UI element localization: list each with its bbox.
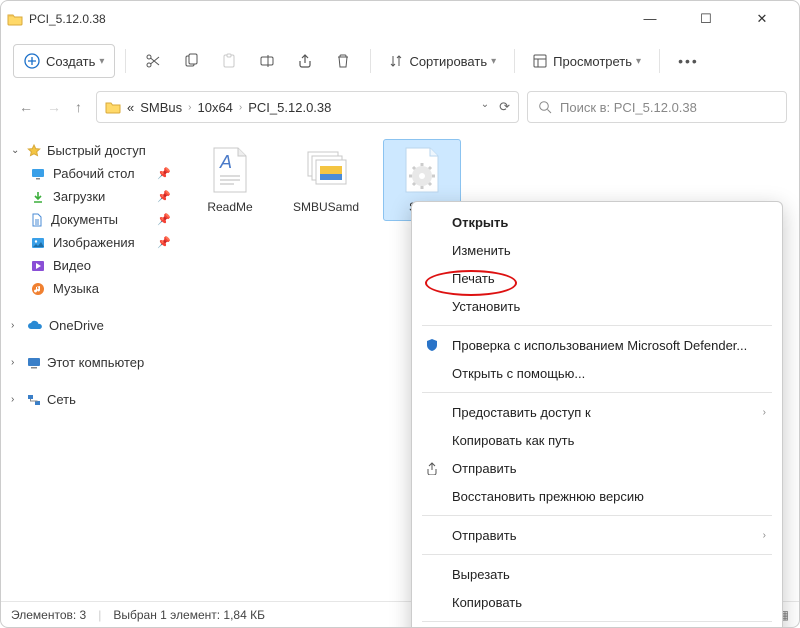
layout-icon (533, 54, 547, 68)
ctx-send-to2[interactable]: Отправить› (412, 521, 782, 549)
search-input[interactable]: Поиск в: PCI_5.12.0.38 (527, 91, 787, 123)
ctx-cut[interactable]: Вырезать (412, 560, 782, 588)
computer-icon (27, 357, 41, 369)
sidebar-item-pictures[interactable]: Изображения📌 (5, 231, 177, 254)
back-button[interactable]: ← (19, 99, 33, 115)
titlebar: PCI_5.12.0.38 — ☐ ✕ (1, 1, 799, 37)
sidebar-item-videos[interactable]: Видео (5, 254, 177, 277)
pin-icon: 📌 (157, 213, 171, 226)
forward-button[interactable]: → (47, 99, 61, 115)
chevron-down-icon: ▾ (491, 56, 496, 67)
trash-icon (335, 53, 351, 69)
delete-button[interactable] (326, 44, 360, 78)
breadcrumb-item[interactable]: PCI_5.12.0.38 (248, 100, 331, 115)
paste-button[interactable] (212, 44, 246, 78)
breadcrumb-item[interactable]: 10x64› (197, 100, 242, 115)
shield-icon (424, 338, 440, 352)
copy-icon (183, 53, 199, 69)
maximize-button[interactable]: ☐ (687, 11, 725, 27)
address-row: ← → ↑ « SMBus› 10x64› PCI_5.12.0.38 ⌄ ⟳ … (1, 85, 799, 129)
ctx-open[interactable]: Открыть (412, 208, 782, 236)
chevron-down-icon: ⌄ (11, 145, 21, 156)
chevron-down-icon[interactable]: ⌄ (481, 99, 489, 115)
status-selected: Выбран 1 элемент: 1,84 КБ (113, 608, 265, 622)
pin-icon: 📌 (157, 236, 171, 249)
network-header[interactable]: ›Сеть (5, 388, 177, 411)
context-menu: Открыть Изменить Печать Установить Прове… (411, 201, 783, 628)
sidebar-item-downloads[interactable]: Загрузки📌 (5, 185, 177, 208)
search-icon (538, 100, 552, 114)
chevron-down-icon: ▾ (636, 56, 641, 67)
folder-icon (7, 11, 23, 27)
clipboard-icon (221, 53, 237, 69)
network-icon (27, 394, 41, 406)
chevron-right-icon: › (763, 530, 766, 541)
rename-button[interactable] (250, 44, 284, 78)
scissors-icon (145, 53, 161, 69)
svg-text:A: A (219, 152, 232, 172)
sidebar-item-documents[interactable]: Документы📌 (5, 208, 177, 231)
ctx-restore-prev[interactable]: Восстановить прежнюю версию (412, 482, 782, 510)
minimize-button[interactable]: — (631, 11, 669, 27)
file-item[interactable]: A ReadMe (191, 139, 269, 221)
music-icon (31, 282, 45, 296)
explorer-window: PCI_5.12.0.38 — ☐ ✕ Создать ▾ Сортироват… (0, 0, 800, 628)
folder-icon (105, 100, 121, 114)
cloud-icon (27, 320, 43, 331)
picture-icon (31, 237, 45, 249)
file-item[interactable]: SMBUSamd (287, 139, 365, 221)
document-icon (31, 213, 43, 227)
catalog-icon (299, 146, 353, 194)
window-title: PCI_5.12.0.38 (29, 12, 106, 26)
sidebar-item-desktop[interactable]: Рабочий стол📌 (5, 162, 177, 185)
up-button[interactable]: ↑ (75, 99, 82, 115)
cut-button[interactable] (136, 44, 170, 78)
ctx-defender[interactable]: Проверка с использованием Microsoft Defe… (412, 331, 782, 359)
chevron-right-icon: › (763, 407, 766, 418)
pin-icon: 📌 (157, 190, 171, 203)
ctx-grant-access[interactable]: Предоставить доступ к› (412, 398, 782, 426)
inf-icon (395, 146, 449, 194)
status-elements: Элементов: 3 (11, 608, 86, 622)
ctx-print[interactable]: Печать (412, 264, 782, 292)
chevron-right-icon: › (11, 357, 21, 368)
plus-circle-icon (24, 53, 40, 69)
onedrive-header[interactable]: ›OneDrive (5, 314, 177, 337)
ctx-copy-path[interactable]: Копировать как путь (412, 426, 782, 454)
view-button[interactable]: Просмотреть ▾ (525, 44, 649, 78)
quick-access-header[interactable]: ⌄ Быстрый доступ (5, 139, 177, 162)
chevron-down-icon: ▾ (99, 56, 104, 67)
thispc-header[interactable]: ›Этот компьютер (5, 351, 177, 374)
chevron-right-icon: › (11, 394, 21, 405)
share-icon (297, 53, 313, 69)
refresh-button[interactable]: ⟳ (499, 99, 510, 115)
ctx-install[interactable]: Установить (412, 292, 782, 320)
sort-button[interactable]: Сортировать ▾ (381, 44, 504, 78)
address-bar[interactable]: « SMBus› 10x64› PCI_5.12.0.38 ⌄ ⟳ (96, 91, 519, 123)
pin-icon: 📌 (157, 167, 171, 180)
copy-button[interactable] (174, 44, 208, 78)
close-button[interactable]: ✕ (743, 11, 781, 27)
toolbar: Создать ▾ Сортировать ▾ Просмотреть ▾ ••… (1, 37, 799, 85)
ctx-send-to[interactable]: Отправить (412, 454, 782, 482)
nav-pane: ⌄ Быстрый доступ Рабочий стол📌 Загрузки📌… (1, 129, 181, 601)
sort-icon (389, 54, 403, 68)
richtext-icon: A (203, 146, 257, 194)
sidebar-item-music[interactable]: Музыка (5, 277, 177, 300)
chevron-right-icon: › (11, 320, 21, 331)
rename-icon (259, 53, 275, 69)
desktop-icon (31, 168, 45, 180)
download-icon (31, 190, 45, 204)
video-icon (31, 260, 45, 272)
ctx-copy[interactable]: Копировать (412, 588, 782, 616)
star-icon (27, 144, 41, 158)
ctx-edit[interactable]: Изменить (412, 236, 782, 264)
new-button[interactable]: Создать ▾ (13, 44, 115, 78)
share-button[interactable] (288, 44, 322, 78)
send-icon (424, 461, 440, 475)
ctx-openwith[interactable]: Открыть с помощью... (412, 359, 782, 387)
breadcrumb-item[interactable]: SMBus› (140, 100, 191, 115)
more-icon: ••• (678, 53, 699, 69)
more-button[interactable]: ••• (670, 44, 707, 78)
